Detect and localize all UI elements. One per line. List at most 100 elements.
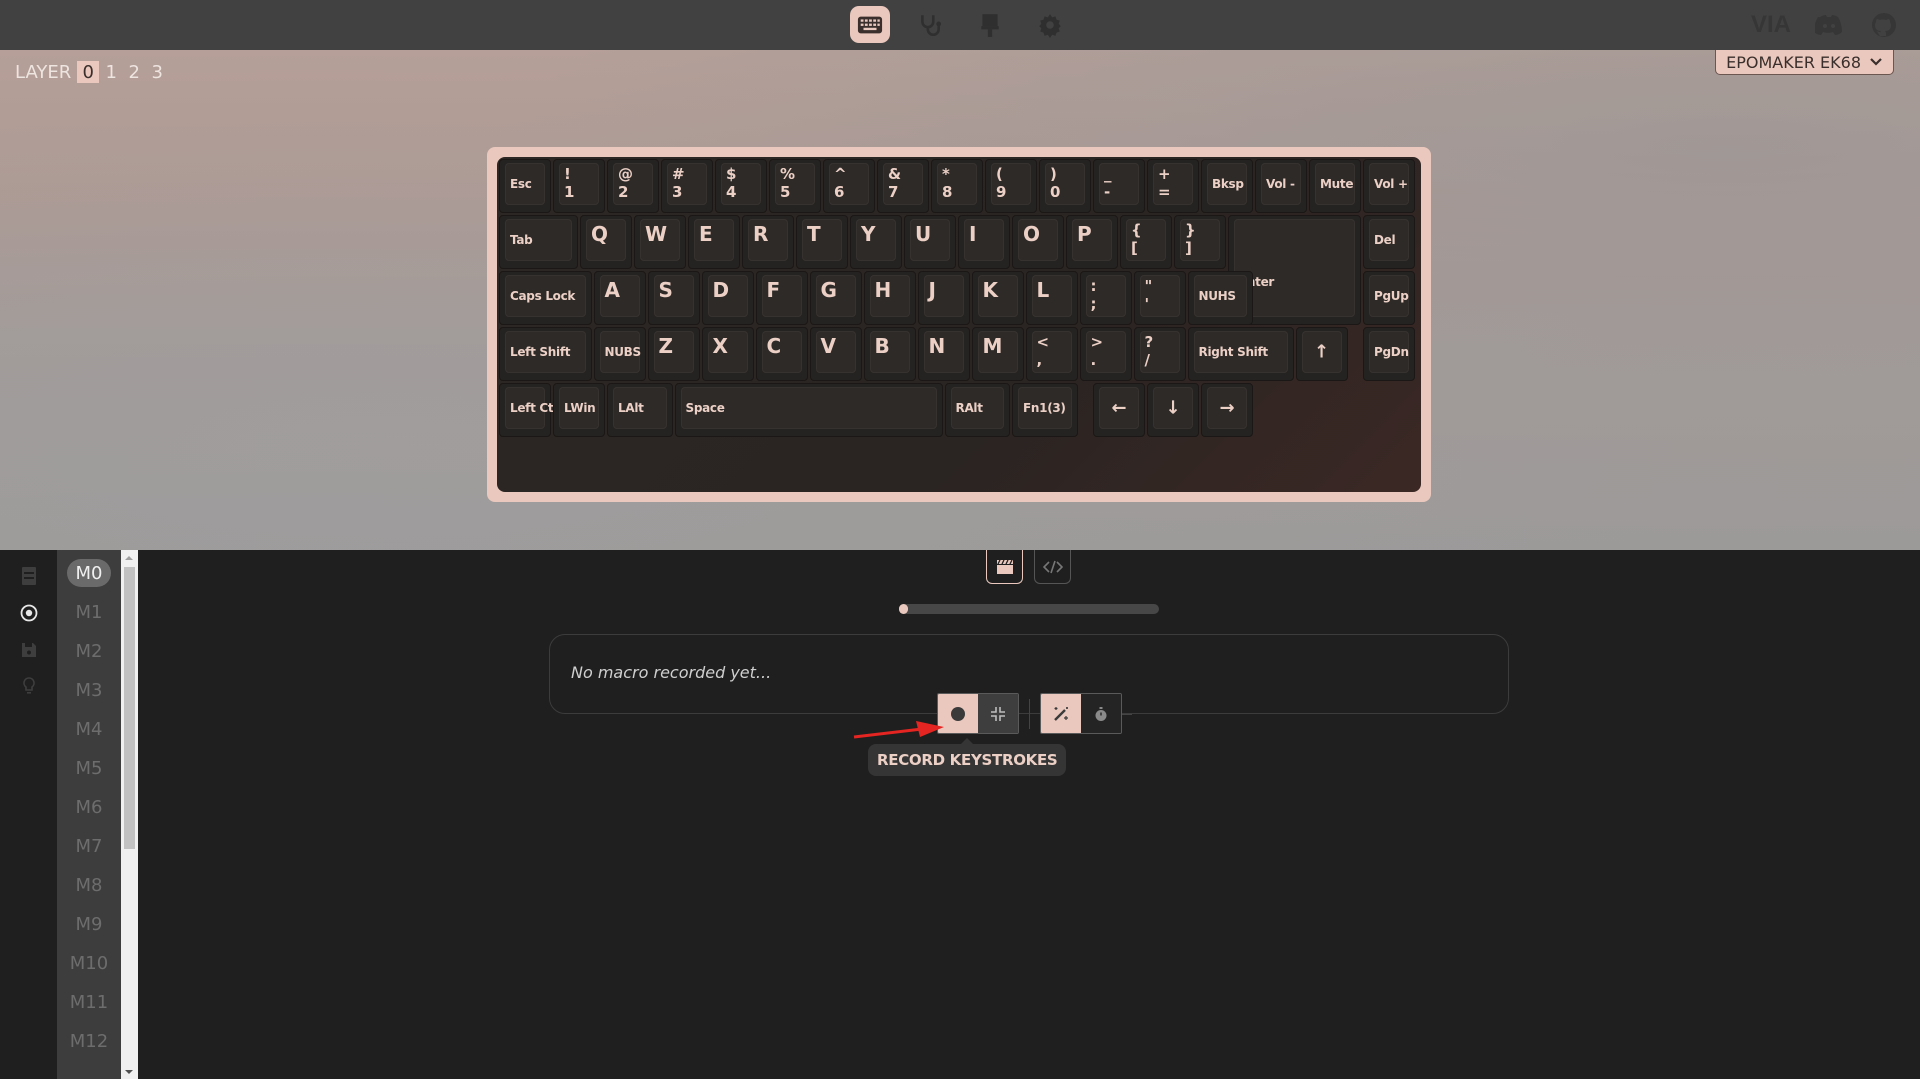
key-m[interactable]: M bbox=[971, 327, 1024, 381]
key-g[interactable]: G bbox=[809, 271, 862, 325]
key-left-shift[interactable]: Left Shift bbox=[499, 327, 592, 381]
nav-settings-button[interactable] bbox=[1030, 6, 1070, 43]
key-v[interactable]: V bbox=[809, 327, 862, 381]
macro-item-m1[interactable]: M1 bbox=[67, 598, 111, 626]
key-[interactable]: → bbox=[1201, 383, 1253, 437]
key-l[interactable]: L bbox=[1025, 271, 1078, 325]
macro-item-m5[interactable]: M5 bbox=[67, 754, 111, 782]
key-b[interactable]: B bbox=[863, 327, 916, 381]
key-j[interactable]: J bbox=[917, 271, 970, 325]
macro-item-m9[interactable]: M9 bbox=[67, 910, 111, 938]
key-fn1-3[interactable]: Fn1(3) bbox=[1012, 383, 1078, 437]
key-bksp[interactable]: Bksp bbox=[1201, 159, 1253, 213]
macro-item-m0[interactable]: M0 bbox=[67, 559, 111, 587]
key-[interactable]: <, bbox=[1025, 327, 1078, 381]
sidebar-keymap-button[interactable] bbox=[19, 566, 39, 586]
key-5[interactable]: % 5 bbox=[769, 159, 821, 213]
macro-item-m10[interactable]: M10 bbox=[67, 949, 111, 977]
code-tab[interactable] bbox=[1034, 550, 1071, 584]
key-s[interactable]: S bbox=[647, 271, 700, 325]
key-pgup[interactable]: PgUp bbox=[1363, 271, 1415, 325]
key-4[interactable]: $4 bbox=[715, 159, 767, 213]
key-tab[interactable]: Tab bbox=[499, 215, 578, 269]
scrollbar-thumb[interactable] bbox=[124, 567, 135, 849]
key-[interactable]: ? / bbox=[1133, 327, 1186, 381]
key-vol[interactable]: Vol - bbox=[1255, 159, 1307, 213]
key-o[interactable]: O bbox=[1012, 215, 1064, 269]
key-del[interactable]: Del bbox=[1363, 215, 1415, 269]
key-h[interactable]: H bbox=[863, 271, 916, 325]
key-p[interactable]: P bbox=[1066, 215, 1118, 269]
key-ralt[interactable]: RAlt bbox=[944, 383, 1010, 437]
key-nubs[interactable]: NUBS bbox=[593, 327, 646, 381]
macro-list-scrollbar[interactable] bbox=[121, 550, 138, 1079]
macro-item-m7[interactable]: M7 bbox=[67, 832, 111, 860]
discord-icon[interactable] bbox=[1815, 10, 1843, 40]
key-[interactable]: >. bbox=[1079, 327, 1132, 381]
key-0[interactable]: ) 0 bbox=[1039, 159, 1091, 213]
macro-item-m11[interactable]: M11 bbox=[67, 988, 111, 1016]
macro-progress-bar[interactable] bbox=[899, 604, 1159, 614]
key-y[interactable]: Y bbox=[850, 215, 902, 269]
key-d[interactable]: D bbox=[701, 271, 754, 325]
key-t[interactable]: T bbox=[796, 215, 848, 269]
layer-0-button[interactable]: 0 bbox=[77, 61, 100, 83]
key-right-shift[interactable]: Right Shift bbox=[1187, 327, 1294, 381]
key-vol[interactable]: Vol + bbox=[1363, 159, 1415, 213]
macro-item-m8[interactable]: M8 bbox=[67, 871, 111, 899]
sidebar-lighting-button[interactable] bbox=[19, 676, 39, 696]
sidebar-macros-button[interactable] bbox=[19, 603, 39, 623]
key-r[interactable]: R bbox=[742, 215, 794, 269]
key-q[interactable]: Q bbox=[580, 215, 632, 269]
key-x[interactable]: X bbox=[701, 327, 754, 381]
key-[interactable]: :; bbox=[1079, 271, 1132, 325]
key-9[interactable]: (9 bbox=[985, 159, 1037, 213]
github-icon[interactable] bbox=[1870, 10, 1898, 40]
key-[interactable]: ← bbox=[1093, 383, 1145, 437]
key-c[interactable]: C bbox=[755, 327, 808, 381]
key-u[interactable]: U bbox=[904, 215, 956, 269]
key-f[interactable]: F bbox=[755, 271, 808, 325]
key-w[interactable]: W bbox=[634, 215, 686, 269]
key-pgdn[interactable]: PgDn bbox=[1363, 327, 1415, 381]
scroll-down-arrow-icon[interactable] bbox=[125, 1070, 133, 1074]
layer-1-button[interactable]: 1 bbox=[100, 61, 122, 83]
record-delays-button[interactable] bbox=[1081, 694, 1121, 733]
key-3[interactable]: #3 bbox=[661, 159, 713, 213]
nav-configure-button[interactable] bbox=[850, 6, 890, 43]
key-i[interactable]: I bbox=[958, 215, 1010, 269]
key-7[interactable]: & 7 bbox=[877, 159, 929, 213]
sidebar-save-load-button[interactable] bbox=[19, 640, 39, 660]
key-mute[interactable]: Mute bbox=[1309, 159, 1361, 213]
scroll-up-arrow-icon[interactable] bbox=[125, 556, 133, 560]
key-[interactable]: + = bbox=[1147, 159, 1199, 213]
key-[interactable]: {[ bbox=[1120, 215, 1172, 269]
key-left-ctrl[interactable]: Left Ctrl bbox=[499, 383, 563, 437]
key-[interactable]: " ' bbox=[1133, 271, 1186, 325]
via-logo[interactable]: VIA bbox=[1751, 10, 1791, 40]
key-[interactable]: _ - bbox=[1093, 159, 1145, 213]
macro-item-m2[interactable]: M2 bbox=[67, 637, 111, 665]
key-z[interactable]: Z bbox=[647, 327, 700, 381]
key-6[interactable]: ^ 6 bbox=[823, 159, 875, 213]
compress-button[interactable] bbox=[978, 694, 1018, 733]
key-a[interactable]: A bbox=[593, 271, 646, 325]
key-space[interactable]: Space bbox=[674, 383, 943, 437]
key-1[interactable]: ! 1 bbox=[553, 159, 605, 213]
key-[interactable]: }] bbox=[1174, 215, 1226, 269]
macro-item-m3[interactable]: M3 bbox=[67, 676, 111, 704]
key-[interactable]: ↓ bbox=[1147, 383, 1199, 437]
key-8[interactable]: * 8 bbox=[931, 159, 983, 213]
key-[interactable]: ↑ bbox=[1295, 327, 1348, 381]
macro-item-m4[interactable]: M4 bbox=[67, 715, 111, 743]
key-e[interactable]: E bbox=[688, 215, 740, 269]
smart-optimization-button[interactable] bbox=[1041, 694, 1081, 733]
layer-2-button[interactable]: 2 bbox=[123, 61, 145, 83]
key-lalt[interactable]: LAlt bbox=[607, 383, 673, 437]
key-nuhs[interactable]: NUHS bbox=[1187, 271, 1253, 325]
layer-3-button[interactable]: 3 bbox=[146, 61, 168, 83]
key-lwin[interactable]: LWin bbox=[553, 383, 605, 437]
nav-design-button[interactable] bbox=[970, 6, 1010, 43]
macro-item-m12[interactable]: M12 bbox=[67, 1027, 111, 1055]
macro-item-m6[interactable]: M6 bbox=[67, 793, 111, 821]
